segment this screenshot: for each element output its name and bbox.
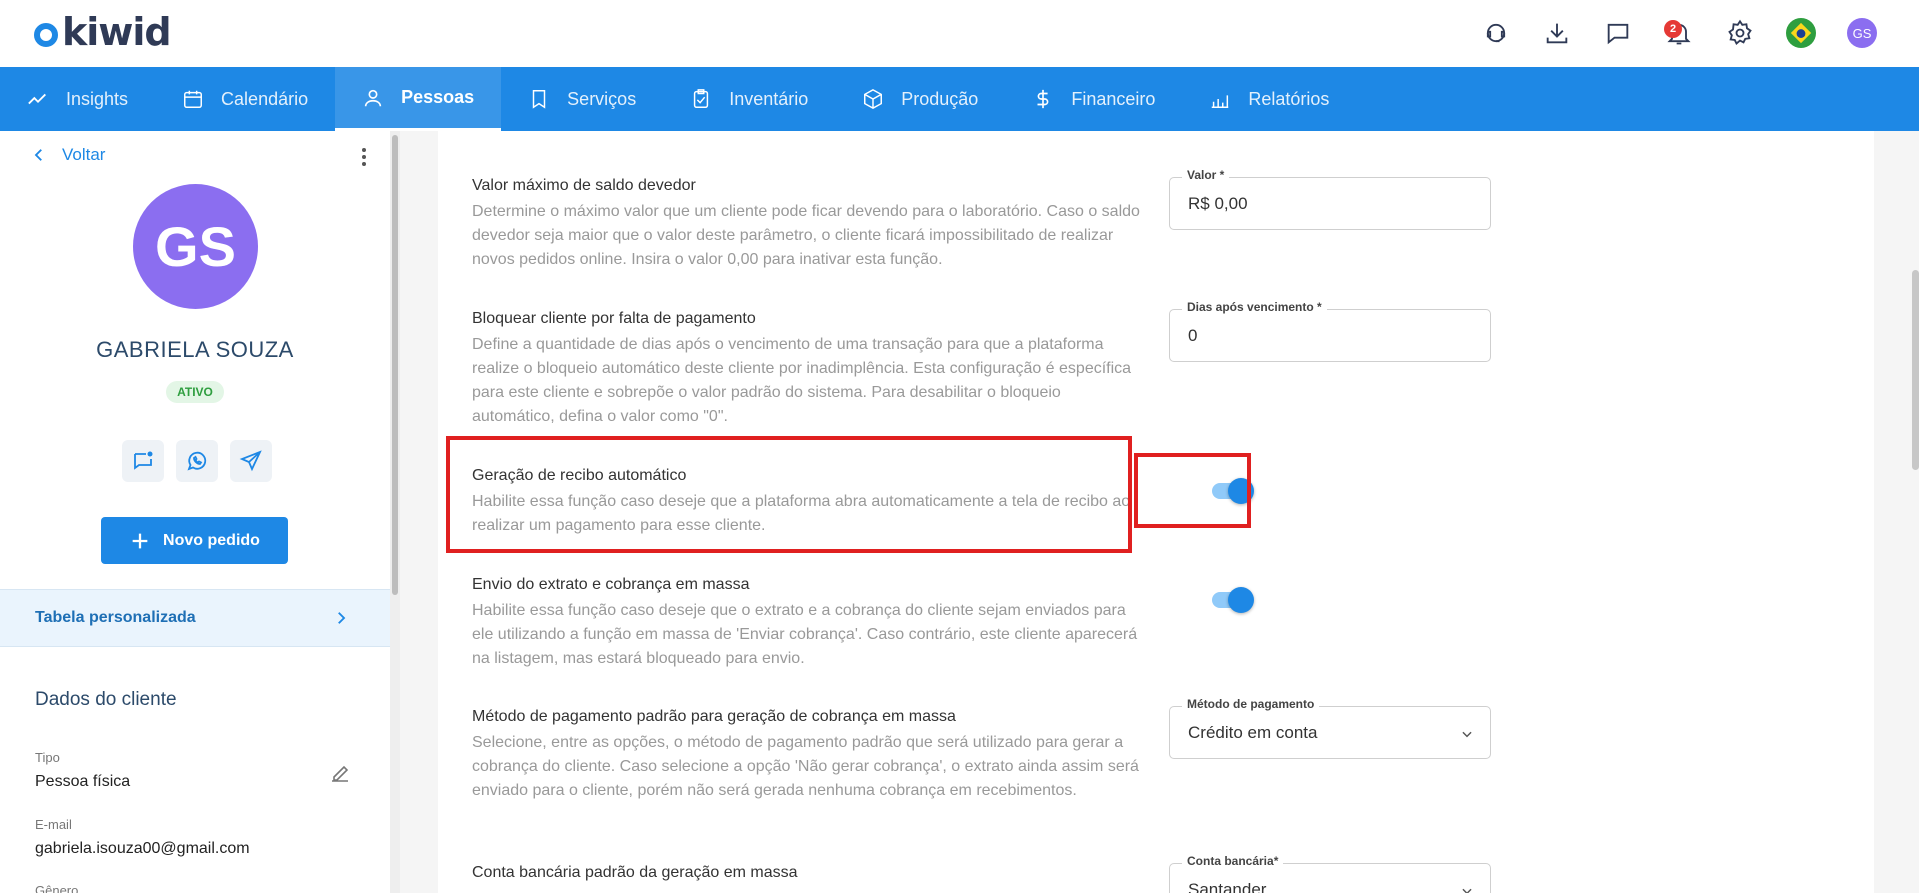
chart-icon	[1212, 95, 1229, 108]
gear-icon[interactable]	[1721, 14, 1759, 52]
user-initials: GS	[1847, 18, 1877, 48]
settings-card: Valor máximo de saldo devedor Determine …	[438, 131, 1874, 893]
mass-billing-toggle[interactable]	[1208, 585, 1256, 613]
nav-producao[interactable]: Produção	[835, 67, 1005, 131]
nav-label: Serviços	[567, 88, 637, 109]
nav-label: Insights	[66, 88, 129, 109]
field-label: Valor *	[1182, 168, 1230, 182]
custom-table-link[interactable]: Tabela personalizada	[0, 589, 390, 647]
bank-account-select[interactable]: Conta bancária* Santander	[1169, 854, 1491, 893]
plus-icon	[132, 533, 148, 548]
whatsapp-button[interactable]	[176, 440, 218, 482]
bell-icon[interactable]: 2	[1660, 14, 1698, 52]
back-button[interactable]: Voltar	[30, 145, 105, 165]
person-icon	[364, 89, 382, 106]
chevron-left-icon	[34, 149, 42, 161]
new-order-button[interactable]: Novo pedido	[101, 517, 288, 564]
back-label: Voltar	[62, 145, 106, 164]
nav-label: Inventário	[729, 88, 809, 109]
notification-badge: 2	[1664, 20, 1682, 38]
days-after-due-field[interactable]: Dias após vencimento * 0	[1169, 300, 1491, 362]
highlight-box	[1134, 453, 1251, 528]
status-badge: ATIVO	[166, 381, 224, 403]
contact-actions	[122, 440, 272, 482]
setting-description: Habilite essa função caso deseje que o e…	[472, 602, 1138, 667]
chevron-down-icon	[1462, 888, 1472, 893]
client-data-title: Dados do cliente	[35, 689, 177, 710]
setting-title: Conta bancária padrão da geração em mass…	[472, 864, 798, 881]
email-label: E-mail	[35, 817, 72, 832]
setting-description: Selecione, entre as opções, o método de …	[472, 734, 1139, 799]
more-options-icon[interactable]	[354, 145, 374, 169]
client-name: GABRIELA SOUZA	[96, 337, 294, 362]
setting-description: Determine o máximo valor que um cliente …	[472, 203, 1140, 268]
genero-label: Gênero	[35, 883, 79, 893]
calendar-icon	[184, 90, 203, 108]
nav-inventario[interactable]: Inventário	[663, 67, 835, 131]
payment-method-select[interactable]: Método de pagamento Crédito em conta	[1169, 697, 1491, 759]
whatsapp-icon	[187, 451, 207, 471]
nav-label: Relatórios	[1248, 88, 1330, 109]
max-balance-field[interactable]: Valor * R$ 0,00	[1169, 168, 1491, 230]
support-icon[interactable]	[1477, 14, 1515, 52]
tipo-label: Tipo	[35, 750, 60, 765]
nav-label: Produção	[901, 88, 979, 109]
header-actions: 2 GS	[1477, 14, 1881, 52]
field-value: 0	[1188, 326, 1198, 345]
setting-title: Valor máximo de saldo devedor	[472, 177, 696, 194]
setting-title: Envio do extrato e cobrança em massa	[472, 576, 750, 593]
main-content: Valor máximo de saldo devedor Determine …	[400, 131, 1919, 893]
nav-insights[interactable]: Insights	[0, 67, 155, 131]
field-value: R$ 0,00	[1188, 194, 1248, 213]
bookmark-icon	[532, 90, 546, 109]
logo-mark	[34, 23, 58, 47]
chevron-down-icon	[1462, 731, 1472, 738]
nav-relatorios[interactable]: Relatórios	[1182, 67, 1356, 131]
tipo-value: Pessoa física	[35, 773, 131, 790]
field-value: Santander	[1188, 880, 1267, 893]
message-button[interactable]	[122, 440, 164, 482]
email-value: gabriela.isouza00@gmail.com	[35, 840, 250, 857]
nav-calendario[interactable]: Calendário	[155, 67, 335, 131]
logo-text: kiwid	[62, 10, 172, 54]
field-label: Método de pagamento	[1182, 697, 1320, 711]
trend-icon	[28, 93, 46, 105]
message-icon	[134, 451, 153, 470]
setting-description: Define a quantidade de dias após o venci…	[472, 336, 1132, 425]
nav-label: Pessoas	[401, 87, 475, 107]
edit-icon[interactable]	[328, 761, 352, 785]
field-value: Crédito em conta	[1188, 723, 1318, 742]
kiwid-logo[interactable]: kiwid	[34, 10, 172, 54]
field-label: Conta bancária*	[1182, 854, 1284, 868]
field-label: Dias após vencimento *	[1182, 300, 1327, 314]
send-button[interactable]	[230, 440, 272, 482]
client-sidebar: Voltar GS GABRIELA SOUZA ATIVO Novo pedi…	[0, 131, 390, 893]
user-avatar[interactable]: GS	[1843, 14, 1881, 52]
setting-title: Bloquear cliente por falta de pagamento	[472, 310, 756, 327]
nav-label: Calendário	[221, 88, 309, 109]
sidebar-scrollbar[interactable]	[390, 131, 400, 893]
chevron-right-icon	[338, 612, 346, 624]
chat-icon[interactable]	[1599, 14, 1637, 52]
nav-financeiro[interactable]: Financeiro	[1005, 67, 1182, 131]
new-order-label: Novo pedido	[163, 531, 260, 549]
language-flag-icon[interactable]	[1782, 14, 1820, 52]
box-icon	[864, 88, 883, 110]
main-scrollbar[interactable]	[1912, 270, 1919, 470]
custom-table-label: Tabela personalizada	[35, 609, 196, 626]
highlight-box	[446, 436, 1132, 553]
nav-label: Financeiro	[1071, 88, 1156, 109]
nav-pessoas[interactable]: Pessoas	[335, 67, 502, 131]
dollar-icon	[1037, 89, 1049, 109]
nav-servicos[interactable]: Serviços	[501, 67, 663, 131]
main-nav: Insights Calendário Pessoas Serviços Inv…	[0, 67, 1919, 131]
download-icon[interactable]	[1538, 14, 1576, 52]
clipboard-icon	[694, 89, 709, 108]
client-avatar: GS	[133, 184, 258, 309]
setting-title: Método de pagamento padrão para geração …	[472, 708, 956, 725]
send-icon	[239, 450, 262, 472]
top-header: kiwid 2 GS	[0, 0, 1919, 67]
